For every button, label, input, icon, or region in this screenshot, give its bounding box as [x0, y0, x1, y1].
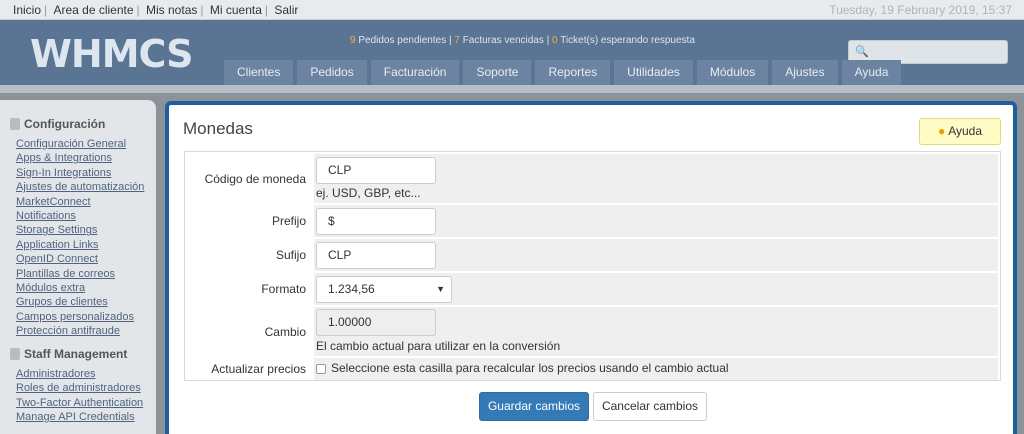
suffix-label: Sufijo [275, 248, 306, 262]
sidebar-heading-staff: Staff Management [10, 347, 156, 361]
sidebar-link[interactable]: Two-Factor Authentication [16, 396, 156, 410]
nav-tab-pedidos[interactable]: Pedidos [297, 60, 367, 85]
search-icon: 🔍 [855, 46, 869, 58]
prefix-label: Prefijo [271, 214, 306, 228]
sidebar-link[interactable]: Manage API Credentials [16, 410, 156, 424]
code-label: Código de moneda [204, 172, 306, 186]
logo[interactable]: WHMCS [30, 32, 193, 76]
prefix-input[interactable]: $ [316, 208, 436, 235]
pending-orders-label[interactable]: Pedidos pendientes [358, 35, 446, 46]
save-button[interactable]: Guardar cambios [479, 392, 589, 421]
format-field-cell: 1.234,56 ▼ [314, 273, 998, 305]
header-divider [0, 85, 1024, 93]
top-link-mis-notas[interactable]: Mis notas [143, 3, 200, 17]
top-link-salir[interactable]: Salir [271, 3, 301, 17]
help-button[interactable]: ● Ayuda [919, 118, 1001, 145]
separator: | [136, 3, 140, 17]
sidebar-link[interactable]: Roles de administradores [16, 381, 156, 395]
logo-text: WHMCS [30, 32, 193, 76]
sidebar-config-links: Configuración General Apps & Integration… [16, 137, 156, 339]
sidebar-link[interactable]: Configuración General [16, 137, 156, 151]
nav-tab-reportes[interactable]: Reportes [535, 60, 611, 85]
people-icon [10, 347, 20, 360]
nav-tab-utilidades[interactable]: Utilidades [614, 60, 693, 85]
separator: | [200, 3, 204, 17]
suffix-field-cell: CLP [314, 239, 998, 271]
top-link-inicio[interactable]: Inicio [10, 3, 44, 17]
form-row-rate: Cambio 1.00000 El cambio actual para uti… [187, 307, 998, 357]
separator: | [264, 3, 268, 17]
sidebar-link[interactable]: Application Links [16, 238, 156, 252]
sidebar-heading-staff-label: Staff Management [24, 346, 128, 361]
sidebar-link[interactable]: MarketConnect [16, 195, 156, 209]
format-selected-value: 1.234,56 [328, 282, 375, 296]
sidebar-link[interactable]: Protección antifraude [16, 324, 156, 338]
sidebar-link[interactable]: Módulos extra [16, 281, 156, 295]
main-nav: Clientes Pedidos Facturación Soporte Rep… [224, 60, 902, 85]
lightbulb-icon: ● [937, 124, 946, 138]
top-nav: Inicio | Area de cliente | Mis notas | Mi c… [10, 3, 301, 17]
content-panel: Monedas ● Ayuda Código de moneda CLP ej. … [165, 101, 1017, 434]
datetime: Tuesday, 19 February 2019, 15:37 [829, 3, 1012, 17]
sidebar-link[interactable]: Notifications [16, 209, 156, 223]
dropdown-arrow-icon: ▼ [436, 284, 445, 294]
form-row-prefix: Prefijo $ [187, 205, 998, 238]
form-row-code: Código de moneda CLP ej. USD, GBP, etc..… [187, 154, 998, 204]
header: WHMCS 9 Pedidos pendientes | 7 Facturas … [0, 20, 1024, 85]
top-bar: Inicio | Area de cliente | Mis notas | Mi c… [0, 0, 1024, 20]
currency-form: Código de moneda CLP ej. USD, GBP, etc..… [184, 151, 1001, 381]
update-prices-label: Actualizar precios [211, 362, 306, 376]
sidebar-link[interactable]: Sign-In Integrations [16, 166, 156, 180]
sidebar-link[interactable]: Grupos de clientes [16, 295, 156, 309]
separator: | [44, 3, 48, 17]
format-select[interactable]: 1.234,56 ▼ [316, 276, 452, 303]
form-row-suffix: Sufijo CLP [187, 239, 998, 272]
help-button-label: Ayuda [948, 124, 983, 138]
top-link-mi-cuenta[interactable]: Mi cuenta [207, 3, 265, 17]
tickets-count[interactable]: 0 [552, 35, 558, 46]
nav-tab-ayuda[interactable]: Ayuda [841, 60, 902, 85]
tickets-label[interactable]: Ticket(s) esperando respuesta [560, 35, 695, 46]
sidebar-link[interactable]: Plantillas de correos [16, 267, 156, 281]
sidebar-heading-config-label: Configuración [24, 117, 106, 131]
rate-field-cell: 1.00000 El cambio actual para utilizar e… [314, 307, 998, 356]
sidebar-link[interactable]: OpenID Connect [16, 252, 156, 266]
update-prices-checkbox-label[interactable]: Seleccione esta casilla para recalcular … [331, 361, 729, 375]
sidebar-link[interactable]: Apps & Integrations [16, 151, 156, 165]
overdue-invoices-label[interactable]: Facturas vencidas [463, 35, 544, 46]
header-stats: 9 Pedidos pendientes | 7 Facturas vencid… [350, 35, 695, 46]
exchange-rate-input[interactable]: 1.00000 [316, 309, 436, 336]
currency-code-input[interactable]: CLP [316, 157, 436, 184]
overdue-invoices-count[interactable]: 7 [454, 35, 460, 46]
code-field-cell: CLP ej. USD, GBP, etc... [314, 154, 998, 203]
rate-label: Cambio [264, 325, 306, 339]
prefix-field-cell: $ [314, 205, 998, 237]
suffix-input[interactable]: CLP [316, 242, 436, 269]
top-link-area-cliente[interactable]: Area de cliente [50, 3, 136, 17]
sidebar: Configuración Configuración General Apps… [0, 100, 156, 434]
nav-tab-clientes[interactable]: Clientes [224, 60, 294, 85]
update-prices-checkbox[interactable] [316, 364, 326, 374]
page-title: Monedas [183, 119, 253, 138]
nav-tab-ajustes[interactable]: Ajustes [772, 60, 838, 85]
form-row-format: Formato 1.234,56 ▼ [187, 273, 998, 306]
nav-tab-facturacion[interactable]: Facturación [370, 60, 460, 85]
sidebar-link[interactable]: Administradores [16, 367, 156, 381]
sidebar-link[interactable]: Ajustes de automatización [16, 180, 156, 194]
sidebar-heading-config: Configuración [10, 117, 156, 131]
sidebar-link[interactable]: Storage Settings [16, 223, 156, 237]
nav-tab-modulos[interactable]: Módulos [696, 60, 769, 85]
pending-orders-count[interactable]: 9 [350, 35, 356, 46]
nav-tab-soporte[interactable]: Soporte [463, 60, 532, 85]
form-row-update-prices: Actualizar precios Seleccione esta casil… [187, 358, 998, 380]
document-icon [10, 118, 20, 130]
sidebar-link[interactable]: Campos personalizados [16, 310, 156, 324]
code-help-text: ej. USD, GBP, etc... [316, 186, 421, 200]
sidebar-staff-links: Administradores Roles de administradores… [16, 367, 156, 425]
rate-help-text: El cambio actual para utilizar en la con… [316, 339, 561, 353]
cancel-button[interactable]: Cancelar cambios [593, 392, 707, 421]
update-prices-field-cell: Seleccione esta casilla para recalcular … [314, 358, 998, 380]
format-label: Formato [261, 282, 306, 296]
